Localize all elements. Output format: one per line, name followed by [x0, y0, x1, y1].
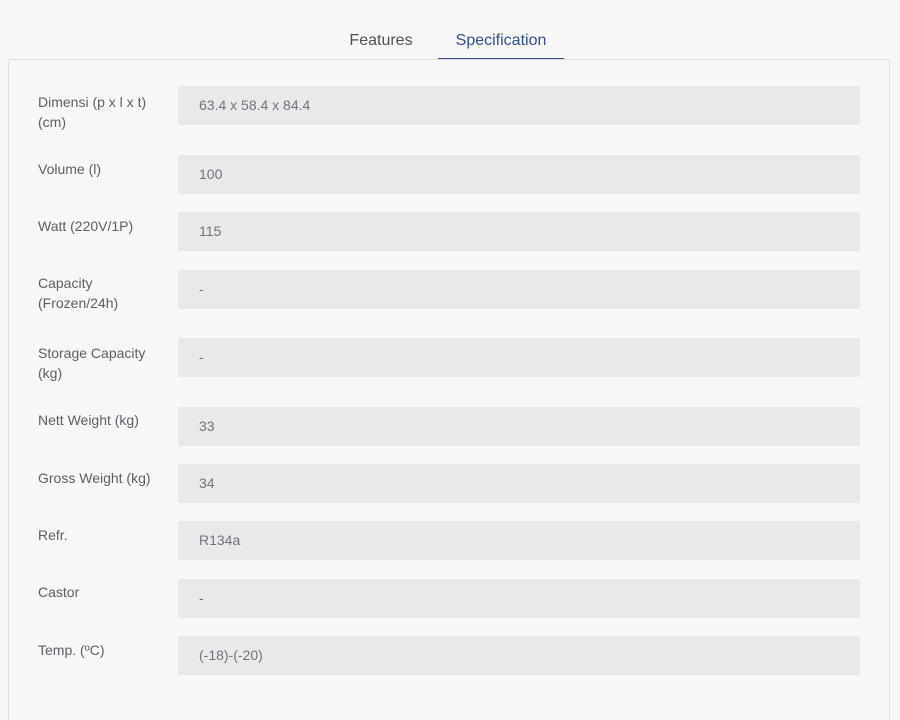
specification-panel: Dimensi (p x l x t) (cm) 63.4 x 58.4 x 8…	[8, 59, 890, 720]
spec-value: (-18)-(-20)	[178, 636, 860, 675]
spec-label: Gross Weight (kg)	[38, 470, 151, 486]
tab-specification[interactable]: Specification	[438, 30, 564, 60]
spec-value: 100	[178, 155, 860, 194]
spec-label: Watt (220V/1P)	[38, 218, 134, 234]
spec-label: Capacity (Frozen/24h)	[38, 275, 119, 311]
spec-label: Castor	[38, 584, 80, 600]
spec-value: 63.4 x 58.4 x 84.4	[178, 86, 860, 125]
spec-label: Dimensi (p x l x t) (cm)	[38, 94, 147, 130]
spec-label: Volume (l)	[38, 161, 102, 177]
spec-label: Refr.	[38, 527, 68, 543]
tab-features[interactable]: Features	[336, 30, 426, 60]
spec-label: Storage Capacity (kg)	[38, 345, 146, 381]
spec-value: 33	[178, 407, 860, 446]
spec-value: -	[178, 579, 860, 618]
spec-value: -	[178, 338, 860, 377]
spec-value: R134a	[178, 521, 860, 560]
spec-value: 115	[178, 212, 860, 251]
spec-label: Temp. (ºC)	[38, 642, 105, 658]
tab-bar: Features Specification	[0, 0, 900, 60]
spec-label: Nett Weight (kg)	[38, 412, 139, 428]
spec-value: -	[178, 270, 860, 309]
spec-value: 34	[178, 464, 860, 503]
